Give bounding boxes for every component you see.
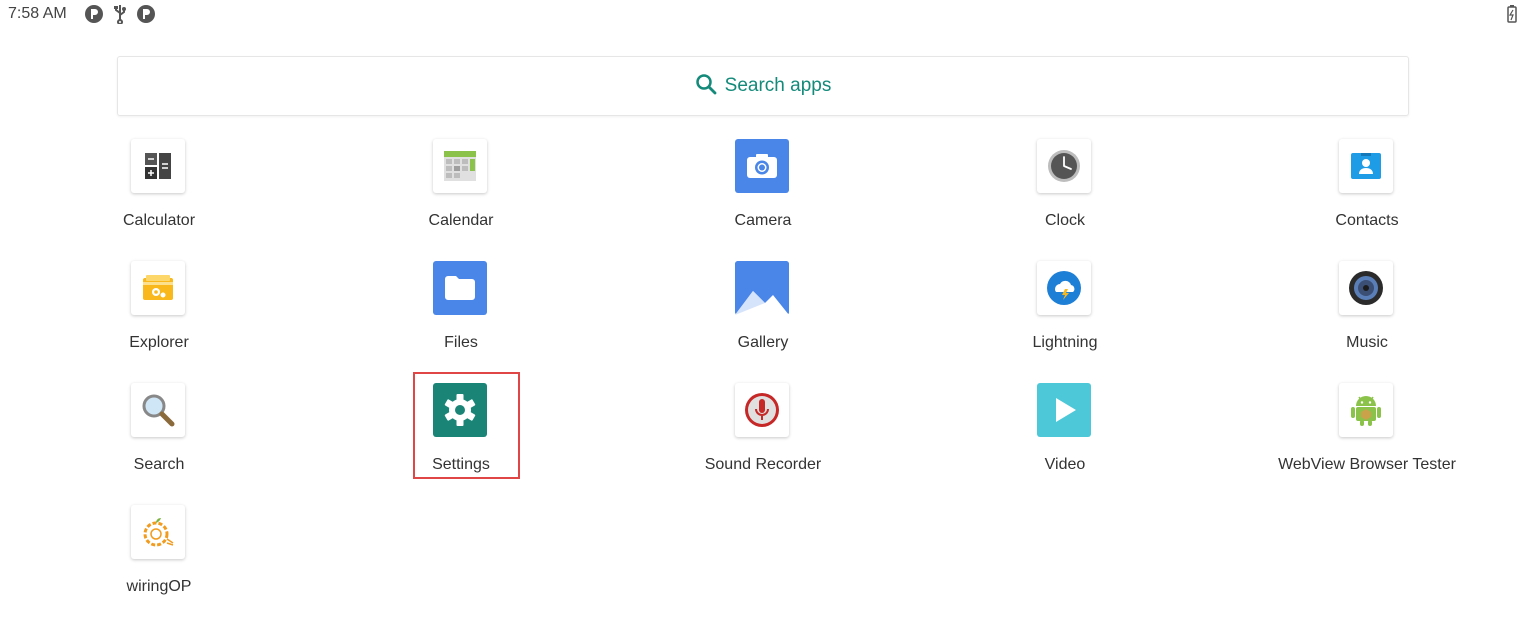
app-music[interactable]: Music bbox=[1262, 261, 1472, 371]
lightning-icon bbox=[1037, 261, 1091, 315]
app-wiringop[interactable]: wiringOP bbox=[54, 505, 264, 615]
android-icon bbox=[1339, 383, 1393, 437]
app-webview-browser-tester[interactable]: WebView Browser Tester bbox=[1262, 383, 1472, 493]
search-apps-label: Search apps bbox=[724, 75, 832, 96]
app-label: Clock bbox=[1044, 212, 1085, 229]
camera-icon bbox=[735, 139, 789, 193]
status-time: 7:58 AM bbox=[8, 5, 67, 22]
gallery-icon bbox=[735, 261, 789, 315]
app-calculator[interactable]: Calculator bbox=[54, 139, 264, 249]
app-label: wiringOP bbox=[126, 578, 192, 595]
app-explorer[interactable]: Explorer bbox=[54, 261, 264, 371]
microphone-icon bbox=[735, 383, 789, 437]
wiringop-icon bbox=[131, 505, 185, 559]
app-label: Explorer bbox=[129, 334, 189, 351]
p-badge-icon bbox=[136, 4, 156, 24]
app-camera[interactable]: Camera bbox=[658, 139, 868, 249]
app-sound-recorder[interactable]: Sound Recorder bbox=[658, 383, 868, 493]
app-contacts[interactable]: Contacts bbox=[1262, 139, 1472, 249]
app-label: Lightning bbox=[1032, 334, 1098, 351]
app-video[interactable]: Video bbox=[960, 383, 1170, 493]
play-icon bbox=[1037, 383, 1091, 437]
app-label: Gallery bbox=[737, 334, 789, 351]
contacts-icon bbox=[1339, 139, 1393, 193]
battery-charging-icon bbox=[1506, 4, 1518, 29]
app-label: Calculator bbox=[122, 212, 196, 229]
app-search[interactable]: Search bbox=[54, 383, 264, 493]
calendar-icon bbox=[433, 139, 487, 193]
app-label: Camera bbox=[734, 212, 792, 229]
calculator-icon bbox=[131, 139, 185, 193]
files-icon bbox=[433, 261, 487, 315]
app-label: Music bbox=[1346, 334, 1388, 351]
app-gallery[interactable]: Gallery bbox=[658, 261, 868, 371]
app-calendar[interactable]: Calendar bbox=[356, 139, 566, 249]
app-label: Files bbox=[444, 334, 478, 351]
app-label: Video bbox=[1044, 456, 1086, 473]
clock-icon bbox=[1037, 139, 1091, 193]
music-icon bbox=[1339, 261, 1393, 315]
app-label: Calendar bbox=[428, 212, 494, 229]
settings-highlight-box bbox=[413, 372, 520, 479]
usb-icon bbox=[112, 4, 128, 24]
status-bar: 7:58 AM bbox=[0, 0, 1526, 28]
magnifier-icon bbox=[131, 383, 185, 437]
p-badge-icon bbox=[84, 4, 104, 24]
app-label: Sound Recorder bbox=[704, 456, 822, 473]
app-label: WebView Browser Tester bbox=[1278, 456, 1456, 473]
app-clock[interactable]: Clock bbox=[960, 139, 1170, 249]
app-label: Search bbox=[133, 456, 185, 473]
search-icon bbox=[695, 73, 717, 100]
app-label: Contacts bbox=[1335, 212, 1399, 229]
status-icons bbox=[84, 4, 156, 24]
app-files[interactable]: Files bbox=[356, 261, 566, 371]
search-apps-bar[interactable]: Search apps bbox=[117, 56, 1409, 116]
explorer-icon bbox=[131, 261, 185, 315]
app-lightning[interactable]: Lightning bbox=[960, 261, 1170, 371]
